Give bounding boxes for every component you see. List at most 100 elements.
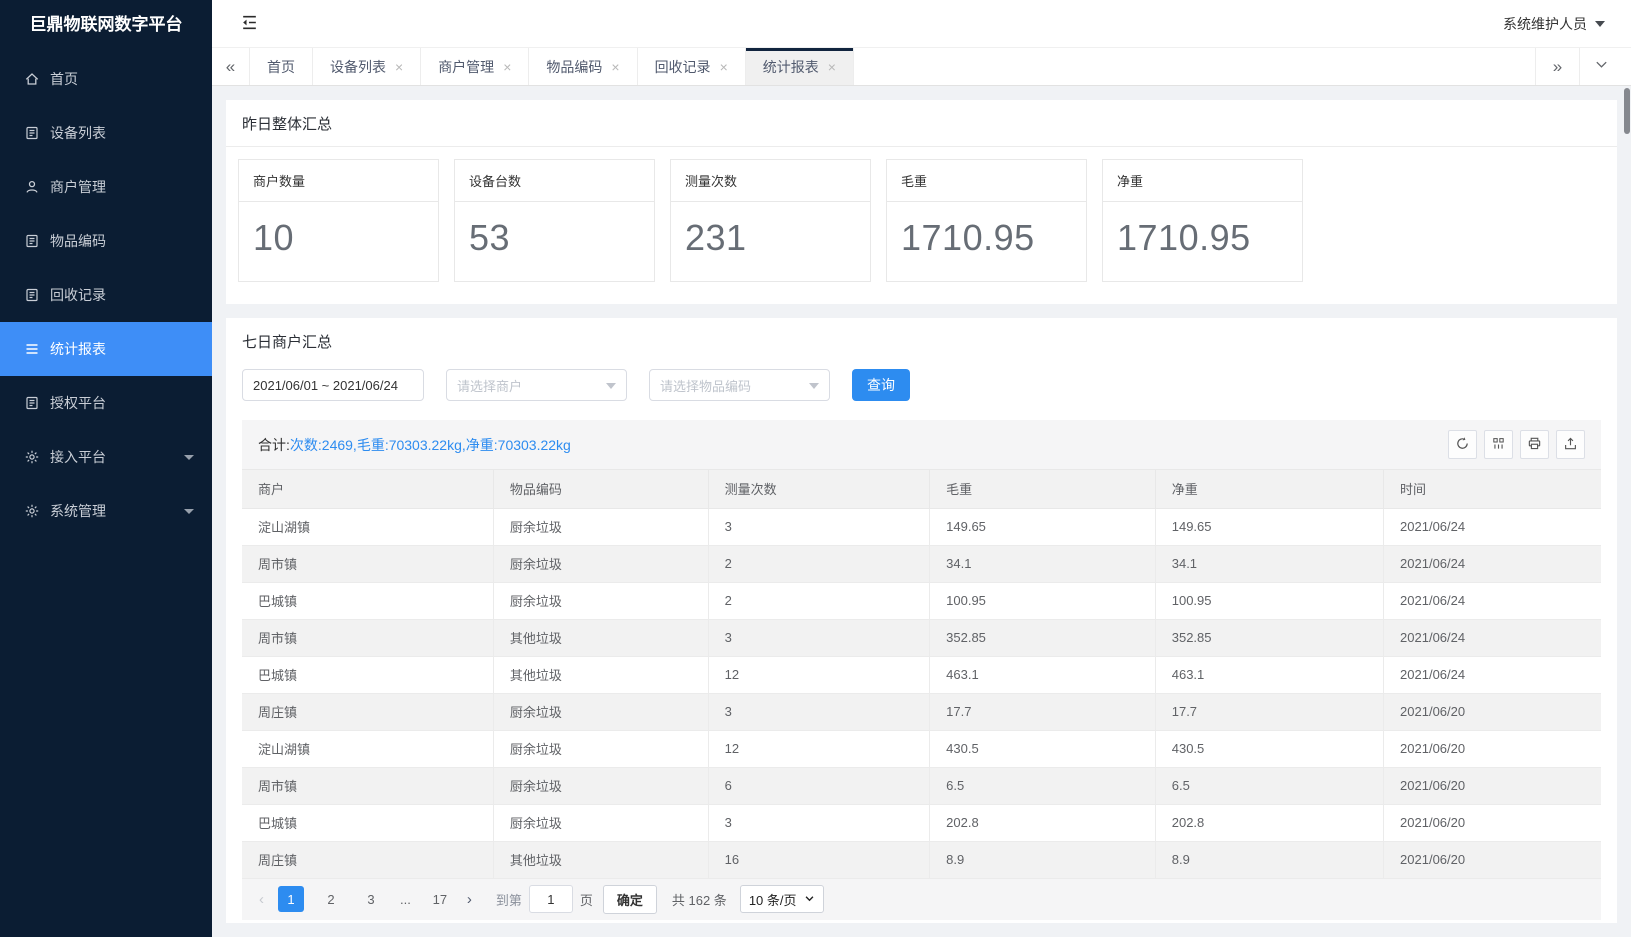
table-cell: 8.9 [930, 841, 1156, 878]
page-button-3[interactable]: 3 [358, 886, 384, 912]
sidebar-item-回收记录[interactable]: 回收记录 [0, 268, 212, 322]
table-cell: 厨余垃圾 [493, 693, 708, 730]
tab-首页[interactable]: 首页 [250, 48, 313, 85]
table-cell: 淀山湖镇 [242, 730, 493, 767]
table-cell: 3 [708, 693, 930, 730]
table-cell: 周市镇 [242, 767, 493, 804]
next-page-button[interactable]: › [460, 891, 479, 908]
table-cell: 周市镇 [242, 619, 493, 656]
table-row: 淀山湖镇厨余垃圾12430.5430.52021/06/20 [242, 730, 1601, 767]
page-button-17[interactable]: 17 [427, 886, 453, 912]
table-row: 巴城镇厨余垃圾2100.95100.952021/06/24 [242, 582, 1601, 619]
page-size-select[interactable]: 10 条/页 [740, 885, 824, 913]
tabs-menu-button[interactable] [1579, 48, 1623, 85]
stat-card: 毛重1710.95 [886, 159, 1087, 282]
menu-icon [24, 341, 40, 357]
merchant-select[interactable]: 请选择商户 [446, 369, 627, 401]
stats-row: 商户数量10设备台数53测量次数231毛重1710.95净重1710.95 [226, 147, 1617, 304]
sidebar-item-统计报表[interactable]: 统计报表 [0, 322, 212, 376]
table-cell: 202.8 [930, 804, 1156, 841]
sidebar-item-系统管理[interactable]: 系统管理 [0, 484, 212, 538]
page-button-2[interactable]: 2 [318, 886, 344, 912]
sidebar-item-label: 授权平台 [50, 393, 106, 413]
table-cell: 430.5 [1155, 730, 1383, 767]
table-cell: 巴城镇 [242, 656, 493, 693]
caret-down-icon [606, 383, 616, 389]
print-icon [1527, 436, 1542, 454]
list-icon [24, 395, 40, 411]
confirm-button[interactable]: 确定 [603, 885, 657, 914]
close-icon[interactable]: × [395, 60, 403, 74]
user-name: 系统维护人员 [1503, 14, 1587, 34]
stat-value: 231 [671, 202, 870, 281]
item-code-select[interactable]: 请选择物品编码 [649, 369, 830, 401]
table-cell: 厨余垃圾 [493, 508, 708, 545]
sidebar-item-label: 接入平台 [50, 447, 106, 467]
table-toolbar: 合计:次数:2469,毛重:70303.22kg,净重:70303.22kg [242, 420, 1601, 470]
main-area: 系统维护人员 « 首页设备列表×商户管理×物品编码×回收记录×统计报表× » 昨… [212, 0, 1631, 937]
home-icon [24, 71, 40, 87]
stat-label: 测量次数 [671, 160, 870, 202]
tab-label: 回收记录 [655, 57, 711, 77]
table-row: 巴城镇厨余垃圾3202.8202.82021/06/20 [242, 804, 1601, 841]
table-cell: 2021/06/24 [1384, 656, 1601, 693]
prev-page-button[interactable]: ‹ [252, 891, 271, 908]
table-cell: 17.7 [930, 693, 1156, 730]
page-button-1[interactable]: 1 [278, 886, 304, 912]
columns-icon [1491, 436, 1506, 454]
totals-value: 次数:2469,毛重:70303.22kg,净重:70303.22kg [290, 437, 571, 453]
column-header: 商户 [242, 470, 493, 508]
table-cell: 34.1 [930, 545, 1156, 582]
table-cell: 周庄镇 [242, 841, 493, 878]
chevron-down-icon [1594, 57, 1609, 77]
sidebar-item-商户管理[interactable]: 商户管理 [0, 160, 212, 214]
table-cell: 周庄镇 [242, 693, 493, 730]
user-menu[interactable]: 系统维护人员 [1503, 14, 1605, 34]
table-row: 周庄镇厨余垃圾317.717.72021/06/20 [242, 693, 1601, 730]
stat-card: 测量次数231 [670, 159, 871, 282]
scrollbar-thumb[interactable] [1624, 88, 1630, 134]
refresh-icon [1455, 436, 1470, 454]
tab-商户管理[interactable]: 商户管理× [421, 48, 529, 85]
close-icon[interactable]: × [828, 60, 836, 74]
tab-物品编码[interactable]: 物品编码× [529, 48, 637, 85]
refresh-button[interactable] [1448, 430, 1477, 459]
search-button[interactable]: 查询 [852, 369, 910, 401]
tab-设备列表[interactable]: 设备列表× [313, 48, 421, 85]
sidebar-item-授权平台[interactable]: 授权平台 [0, 376, 212, 430]
totals-label: 合计: [258, 437, 290, 453]
close-icon[interactable]: × [611, 60, 619, 74]
gear-icon [24, 503, 40, 519]
sidebar-item-物品编码[interactable]: 物品编码 [0, 214, 212, 268]
tab-统计报表[interactable]: 统计报表× [746, 48, 854, 85]
jump-page-input[interactable] [529, 885, 573, 913]
table-cell: 2021/06/20 [1384, 767, 1601, 804]
print-button[interactable] [1520, 430, 1549, 459]
columns-button[interactable] [1484, 430, 1513, 459]
column-header: 毛重 [930, 470, 1156, 508]
close-icon[interactable]: × [503, 60, 511, 74]
table-cell: 149.65 [1155, 508, 1383, 545]
tabs-scroll-right-button[interactable]: » [1535, 48, 1579, 85]
tabs-scroll-left-button[interactable]: « [212, 48, 250, 85]
table-cell: 16 [708, 841, 930, 878]
export-button[interactable] [1556, 430, 1585, 459]
report-table: 商户物品编码测量次数毛重净重时间 淀山湖镇厨余垃圾3149.65149.6520… [242, 470, 1601, 879]
sidebar-item-label: 回收记录 [50, 285, 106, 305]
stat-value: 10 [239, 202, 438, 281]
sidebar-item-接入平台[interactable]: 接入平台 [0, 430, 212, 484]
total-count: 共 162 条 [672, 890, 727, 909]
date-range-input[interactable] [242, 369, 424, 401]
table-cell: 6 [708, 767, 930, 804]
stat-value: 1710.95 [887, 202, 1086, 281]
sidebar-item-首页[interactable]: 首页 [0, 52, 212, 106]
column-header: 物品编码 [493, 470, 708, 508]
tab-回收记录[interactable]: 回收记录 × [638, 48, 746, 85]
sidebar-item-设备列表[interactable]: 设备列表 [0, 106, 212, 160]
sidebar-collapse-button[interactable] [240, 13, 259, 35]
double-arrow-left-icon: « [226, 57, 235, 77]
close-icon[interactable]: × [720, 60, 728, 74]
table-cell: 厨余垃圾 [493, 804, 708, 841]
table-cell: 厨余垃圾 [493, 582, 708, 619]
totals-summary: 合计:次数:2469,毛重:70303.22kg,净重:70303.22kg [258, 435, 571, 455]
